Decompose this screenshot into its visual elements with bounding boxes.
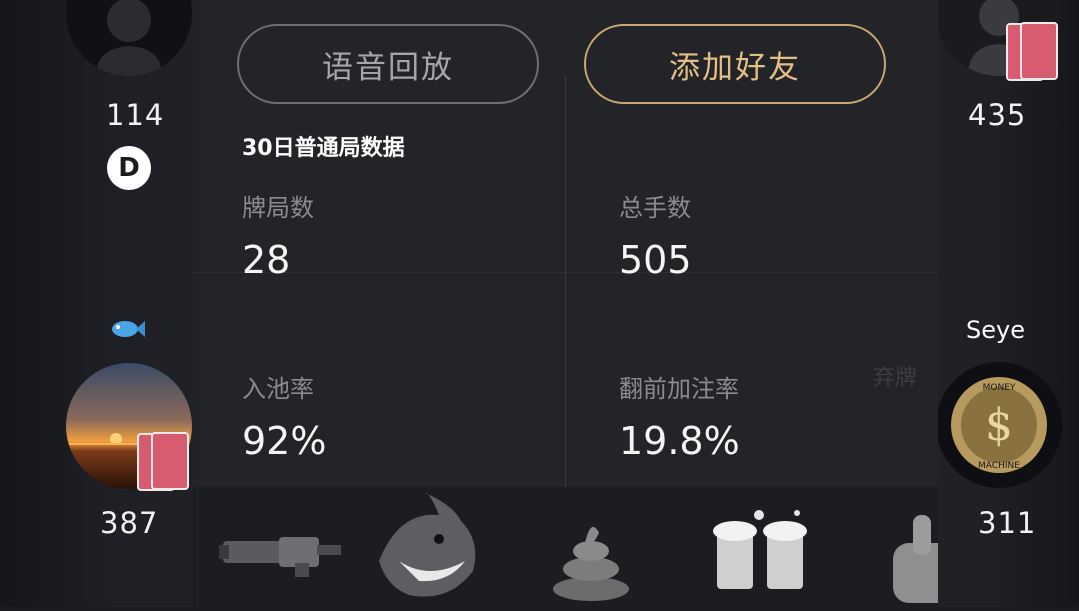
cards-icon-top-right — [1006, 22, 1058, 81]
stats-section-title: 30日普通局数据 — [242, 136, 405, 161]
stat-label-vpip: 入池率 — [242, 375, 314, 403]
stat-value-hands: 505 — [619, 238, 692, 282]
cards-icon-bottom-left — [137, 432, 189, 491]
stats-divider-horizontal — [193, 272, 938, 273]
dealer-button: D — [107, 146, 151, 190]
player-name-bottom-right: Seye — [966, 316, 1025, 344]
stat-value-vpip: 92% — [242, 419, 327, 463]
shark-emoji[interactable] — [369, 491, 485, 611]
svg-text:MONEY: MONEY — [983, 383, 1016, 393]
add-friend-button[interactable]: 添加好友 — [584, 24, 886, 104]
fish-icon — [110, 318, 146, 344]
stat-label-hands: 总手数 — [619, 194, 691, 222]
fold-hint-text: 弃牌 — [873, 366, 918, 391]
player-score-bottom-left: 387 — [100, 506, 159, 540]
stat-value-pfr: 19.8% — [619, 419, 740, 463]
thumbs-up-emoji[interactable] — [889, 513, 953, 607]
stats-divider-vertical — [565, 75, 566, 487]
svg-text:$: $ — [985, 400, 1013, 451]
beer-cheers-emoji[interactable] — [707, 507, 813, 611]
player-avatar-bottom-right[interactable]: $ MONEY MACHINE — [936, 362, 1062, 488]
player-score-top-left: 114 — [106, 98, 165, 132]
table-left-area — [0, 0, 193, 607]
minigun-emoji[interactable] — [219, 527, 343, 581]
emoji-strip — [193, 487, 953, 607]
voice-replay-button[interactable]: 语音回放 — [237, 24, 539, 104]
poop-emoji[interactable] — [551, 513, 631, 607]
player-score-bottom-right: 311 — [978, 506, 1037, 540]
stat-value-games: 28 — [242, 238, 291, 282]
stat-label-games: 牌局数 — [242, 194, 314, 222]
money-machine-badge-icon: $ MONEY MACHINE — [941, 367, 1057, 483]
player-stats-panel: 语音回放 添加好友 30日普通局数据 牌局数 28 总手数 505 入池率 92… — [193, 0, 938, 487]
stat-label-pfr: 翻前加注率 — [619, 375, 739, 403]
player-score-top-right: 435 — [968, 98, 1027, 132]
svg-text:MACHINE: MACHINE — [978, 461, 1020, 471]
